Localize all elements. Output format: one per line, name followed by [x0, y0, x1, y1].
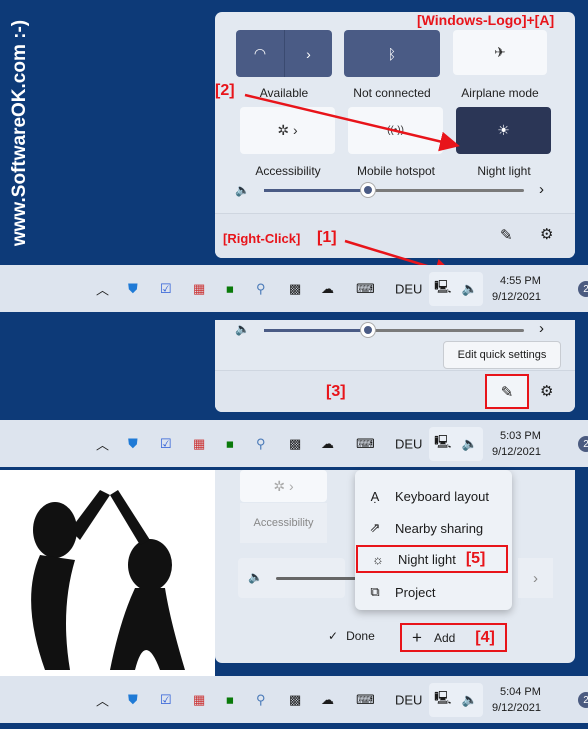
defender-icon[interactable]: ⛊ — [128, 436, 138, 452]
onedrive-cloud-icon[interactable]: ☁ — [321, 692, 334, 708]
chevron-up-icon[interactable]: ︿ — [96, 434, 109, 453]
menu-item-night-light[interactable]: ☼ Night light [5] — [356, 545, 508, 573]
network-icon: 🖳 — [434, 278, 452, 294]
edit-pencil-icon: ✎ — [500, 383, 514, 401]
network-volume-button[interactable]: 🖳 🔈 — [429, 426, 483, 461]
app-icon[interactable]: ▩ — [289, 692, 301, 708]
speaker-icon: 🔈 — [235, 322, 250, 336]
magnifier-icon[interactable]: ⚲ — [256, 436, 266, 452]
chevron-right-icon[interactable]: › — [518, 558, 553, 598]
network-icon: 🖳 — [434, 433, 452, 449]
keyboard-icon[interactable]: ⌨ — [356, 281, 375, 297]
notification-badge[interactable]: 2 — [578, 281, 588, 297]
speaker-icon: 🔈 — [248, 570, 263, 584]
volume-slider[interactable] — [264, 323, 524, 337]
tile-label: Accessibility — [240, 503, 327, 543]
checkmark-icon: ✓ — [328, 629, 339, 643]
app-grid-icon[interactable]: ▦ — [193, 436, 205, 452]
add-button[interactable]: + Add [4] — [400, 623, 507, 652]
green-app-icon[interactable]: ■ — [226, 692, 234, 707]
clock[interactable]: 5:04 PM 9/12/2021 — [492, 684, 541, 716]
add-quick-setting-menu: Ạ Keyboard layout ⇗ Nearby sharing ☼ Night … — [355, 470, 512, 610]
checkmark-app-icon[interactable]: ☑ — [160, 281, 172, 297]
plus-icon: + — [412, 627, 422, 647]
settings-gear-icon[interactable]: ⚙ — [540, 382, 553, 400]
taskbar: ︿ ⛊ ☑ ▦ ■ ⚲ ▩ ☁ ⌨ DEU 🖳 🔈 4:55 PM 9/12/202… — [0, 265, 588, 312]
keyboard-layout-icon: Ạ — [370, 488, 380, 504]
app-grid-icon[interactable]: ▦ — [193, 692, 205, 708]
defender-icon[interactable]: ⛊ — [128, 281, 138, 297]
nearby-sharing-icon: ⇗ — [369, 520, 381, 535]
magnifier-icon[interactable]: ⚲ — [256, 692, 266, 708]
speaker-icon: 🔈 — [461, 691, 478, 707]
project-icon: ⧉ — [370, 584, 380, 599]
done-button[interactable]: ✓ Done — [328, 629, 375, 643]
menu-item-nearby-sharing[interactable]: ⇗ Nearby sharing — [355, 513, 512, 543]
taskbar: ︿ ⛊ ☑ ▦ ■ ⚲ ▩ ☁ ⌨ DEU 🖳 🔈 5:03 PM 9/12/202… — [0, 420, 588, 467]
night-light-icon: ☼ — [372, 551, 384, 567]
onedrive-cloud-icon[interactable]: ☁ — [321, 281, 334, 297]
keyboard-icon[interactable]: ⌨ — [356, 692, 375, 708]
accessibility-tile[interactable]: ✲ › — [240, 470, 327, 502]
language-indicator[interactable]: DEU — [395, 692, 422, 707]
edit-quick-settings-button[interactable]: ✎ — [485, 374, 529, 409]
chevron-up-icon[interactable]: ︿ — [96, 690, 109, 709]
menu-item-project[interactable]: ⧉ Project — [355, 577, 512, 607]
clock[interactable]: 4:55 PM 9/12/2021 — [492, 273, 541, 305]
app-grid-icon[interactable]: ▦ — [193, 281, 205, 297]
cartoon-figures — [31, 490, 185, 670]
annotation-step4: [4] — [475, 628, 495, 646]
network-volume-button[interactable]: 🖳 🔈 — [429, 271, 483, 306]
volume-slider[interactable] — [276, 577, 356, 580]
chevron-right-icon[interactable]: › — [539, 320, 544, 337]
app-icon[interactable]: ▩ — [289, 436, 301, 452]
notification-badge[interactable]: 2 — [578, 692, 588, 708]
notification-badge[interactable]: 2 — [578, 436, 588, 452]
checkmark-app-icon[interactable]: ☑ — [160, 436, 172, 452]
chevron-up-icon[interactable]: ︿ — [96, 279, 109, 298]
annotation-step3: [3] — [326, 383, 346, 400]
defender-icon[interactable]: ⛊ — [128, 692, 138, 708]
green-app-icon[interactable]: ■ — [226, 436, 234, 451]
network-volume-button[interactable]: 🖳 🔈 — [429, 682, 483, 717]
app-icon[interactable]: ▩ — [289, 281, 301, 297]
magnifier-icon[interactable]: ⚲ — [256, 281, 266, 297]
menu-item-keyboard-layout[interactable]: Ạ Keyboard layout — [355, 481, 512, 511]
network-icon: 🖳 — [434, 689, 452, 705]
onedrive-cloud-icon[interactable]: ☁ — [321, 436, 334, 452]
annotation-step5: [5] — [465, 550, 486, 567]
language-indicator[interactable]: DEU — [395, 436, 422, 451]
cartoon-figures-illustration — [0, 470, 215, 676]
speaker-icon: 🔈 — [461, 280, 478, 296]
volume-thumb[interactable] — [361, 323, 375, 337]
green-app-icon[interactable]: ■ — [226, 281, 234, 296]
accessibility-icon: ✲ › — [273, 477, 294, 494]
tooltip: Edit quick settings — [443, 341, 561, 369]
speaker-icon: 🔈 — [461, 435, 478, 451]
keyboard-icon[interactable]: ⌨ — [356, 436, 375, 452]
checkmark-app-icon[interactable]: ☑ — [160, 692, 172, 708]
language-indicator[interactable]: DEU — [395, 281, 422, 296]
clock[interactable]: 5:03 PM 9/12/2021 — [492, 428, 541, 460]
taskbar: ︿ ⛊ ☑ ▦ ■ ⚲ ▩ ☁ ⌨ DEU 🖳 🔈 5:04 PM 9/12/202… — [0, 676, 588, 723]
volume-row: 🔈 — [238, 558, 356, 598]
